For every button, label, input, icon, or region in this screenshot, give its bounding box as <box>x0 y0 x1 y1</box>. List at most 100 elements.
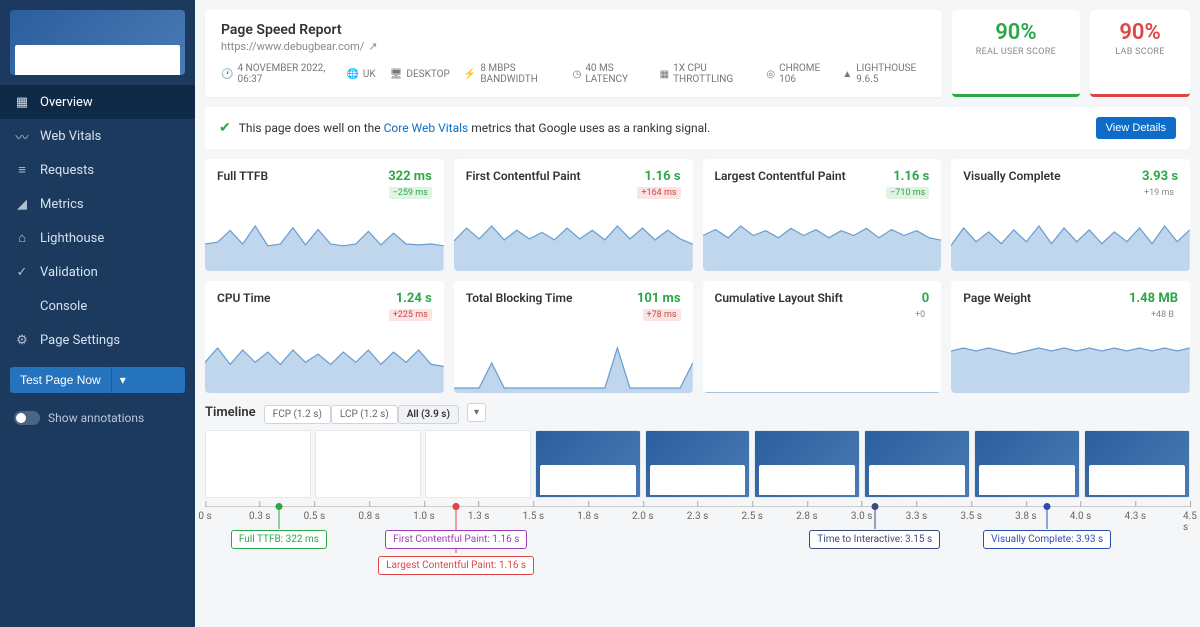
meta-bandwidth: ⚡8 MBPS BANDWIDTH <box>464 63 559 85</box>
gear-icon: ⚙ <box>14 332 30 348</box>
sidebar-item-console[interactable]: Console <box>0 289 195 323</box>
code-icon <box>14 298 30 314</box>
sparkline-icon <box>205 343 444 393</box>
chrome-icon: ◎ <box>766 69 775 80</box>
timeline-marker-label[interactable]: Largest Contentful Paint: 1.16 s <box>378 556 534 575</box>
timeline-panel: Timeline FCP (1.2 s)LCP (1.2 s)All (3.9 … <box>205 403 1190 588</box>
axis-tick: 0.3 s <box>249 507 271 522</box>
timeline-labels: Full TTFB: 322 ms First Contentful Paint:… <box>205 528 1190 588</box>
metric-name: Total Blocking Time <box>466 291 573 305</box>
sidebar-item-metrics[interactable]: ◢Metrics <box>0 187 195 221</box>
test-page-label: Test Page Now <box>10 367 111 393</box>
header-card: Page Speed Report https://www.debugbear.… <box>205 10 942 97</box>
sidebar-item-validation[interactable]: ✓Validation <box>0 255 195 289</box>
sidebar-item-overview[interactable]: ▦Overview <box>0 85 195 119</box>
sparkline-icon <box>703 343 942 393</box>
timeline-axis: 0 s0.3 s0.5 s0.8 s1.0 s1.3 s1.5 s1.8 s2.… <box>205 506 1190 528</box>
metric-value: 101 ms <box>637 291 681 306</box>
timeline-marker-label[interactable]: First Contentful Paint: 1.16 s <box>385 530 527 549</box>
axis-tick: 0 s <box>198 507 211 522</box>
sidebar-item-requests[interactable]: ≡Requests <box>0 153 195 187</box>
meta-browser: ◎CHROME 106 <box>766 63 828 85</box>
axis-tick: 2.8 s <box>796 507 818 522</box>
test-page-button[interactable]: Test Page Now ▾ <box>10 367 185 393</box>
chart-icon: ◢ <box>14 196 30 212</box>
meta-latency: ◷40 MS LATENCY <box>573 63 646 85</box>
meta-lighthouse: ▲LIGHTHOUSE 9.6.5 <box>842 63 925 85</box>
filmstrip-frame[interactable] <box>535 430 641 498</box>
toggle-icon <box>14 411 40 425</box>
marker-line <box>278 507 279 529</box>
timeline-chip[interactable]: LCP (1.2 s) <box>331 405 398 424</box>
timeline-chip[interactable]: All (3.9 s) <box>398 405 459 424</box>
filmstrip-frame[interactable] <box>754 430 860 498</box>
timeline-marker-label[interactable]: Full TTFB: 322 ms <box>231 530 327 549</box>
lab-score[interactable]: 90% LAB SCORE <box>1090 10 1190 97</box>
chevron-down-icon[interactable]: ▾ <box>111 367 134 393</box>
metric-first-contentful-paint[interactable]: First Contentful Paint 1.16 s +164 ms <box>454 159 693 271</box>
metric-visually-complete[interactable]: Visually Complete 3.93 s +19 ms <box>951 159 1190 271</box>
lighthouse-icon: ⌂ <box>14 230 30 246</box>
metric-page-weight[interactable]: Page Weight 1.48 MB +48 B <box>951 281 1190 393</box>
axis-tick: 0.5 s <box>304 507 326 522</box>
filmstrip-frame[interactable] <box>205 430 311 498</box>
axis-tick: 4.3 s <box>1125 507 1147 522</box>
axis-tick: 1.3 s <box>468 507 490 522</box>
banner-text: This page does well on the Core Web Vita… <box>239 121 711 135</box>
metric-cumulative-layout-shift[interactable]: Cumulative Layout Shift 0 +0 <box>703 281 942 393</box>
filmstrip-frame[interactable] <box>974 430 1080 498</box>
sidebar-item-lighthouse[interactable]: ⌂Lighthouse <box>0 221 195 255</box>
filmstrip-frame[interactable] <box>1084 430 1190 498</box>
sparkline-icon <box>951 343 1190 393</box>
filmstrip-frame[interactable] <box>315 430 421 498</box>
pulse-icon: 〰 <box>14 128 30 144</box>
chevron-down-icon[interactable]: ▾ <box>467 403 486 422</box>
metric-full-ttfb[interactable]: Full TTFB 322 ms −259 ms <box>205 159 444 271</box>
axis-tick: 0.8 s <box>358 507 380 522</box>
meta-device: 🖥DESKTOP <box>390 63 450 85</box>
page-thumbnail[interactable] <box>10 10 185 75</box>
sidebar-item-page-settings[interactable]: ⚙Page Settings <box>0 323 195 357</box>
sparkline-icon <box>454 343 693 393</box>
metric-total-blocking-time[interactable]: Total Blocking Time 101 ms +78 ms <box>454 281 693 393</box>
external-link-icon: ↗ <box>368 40 377 53</box>
cwv-banner: ✔ This page does well on the Core Web Vi… <box>205 107 1190 149</box>
timeline-chip[interactable]: FCP (1.2 s) <box>264 405 331 424</box>
metric-cpu-time[interactable]: CPU Time 1.24 s +225 ms <box>205 281 444 393</box>
filmstrip-frame[interactable] <box>645 430 751 498</box>
filmstrip-frame[interactable] <box>425 430 531 498</box>
metric-largest-contentful-paint[interactable]: Largest Contentful Paint 1.16 s −710 ms <box>703 159 942 271</box>
metric-value: 3.93 s <box>1140 169 1178 184</box>
timeline-marker-label[interactable]: Time to Interactive: 3.15 s <box>809 530 940 549</box>
metric-name: Cumulative Layout Shift <box>715 291 843 305</box>
metric-delta: +19 ms <box>1140 187 1178 199</box>
sparkline-icon <box>205 221 444 271</box>
timeline-marker-label[interactable]: Visually Complete: 3.93 s <box>983 530 1111 549</box>
meta-cpu: ▦1X CPU THROTTLING <box>660 63 753 85</box>
axis-tick: 3.0 s <box>851 507 873 522</box>
view-details-button[interactable]: View Details <box>1096 117 1176 139</box>
page-url[interactable]: https://www.debugbear.com/ ↗ <box>221 40 926 53</box>
show-annotations-toggle[interactable]: Show annotations <box>0 403 195 433</box>
metric-name: Largest Contentful Paint <box>715 169 846 183</box>
metric-delta: +0 <box>911 309 929 321</box>
real-user-score[interactable]: 90% REAL USER SCORE <box>952 10 1080 97</box>
axis-tick: 2.5 s <box>741 507 763 522</box>
sidebar-item-web-vitals[interactable]: 〰Web Vitals <box>0 119 195 153</box>
timeline-title: Timeline <box>205 405 256 420</box>
cwv-link[interactable]: Core Web Vitals <box>384 121 469 135</box>
filmstrip-frame[interactable] <box>864 430 970 498</box>
axis-tick: 4.0 s <box>1070 507 1092 522</box>
filmstrip[interactable] <box>205 430 1190 498</box>
bandwidth-icon: ⚡ <box>464 69 476 80</box>
axis-tick: 2.0 s <box>632 507 654 522</box>
metric-delta: +48 B <box>1147 309 1178 321</box>
metric-delta: −710 ms <box>886 187 929 199</box>
annotations-label: Show annotations <box>48 411 144 425</box>
sparkline-icon <box>951 221 1190 271</box>
sparkline-icon <box>454 221 693 271</box>
metric-value: 1.16 s <box>637 169 680 184</box>
metric-value: 1.24 s <box>389 291 432 306</box>
globe-icon: 🌐 <box>346 69 358 80</box>
meta-date: 🕐4 NOVEMBER 2022, 06:37 <box>221 63 332 85</box>
